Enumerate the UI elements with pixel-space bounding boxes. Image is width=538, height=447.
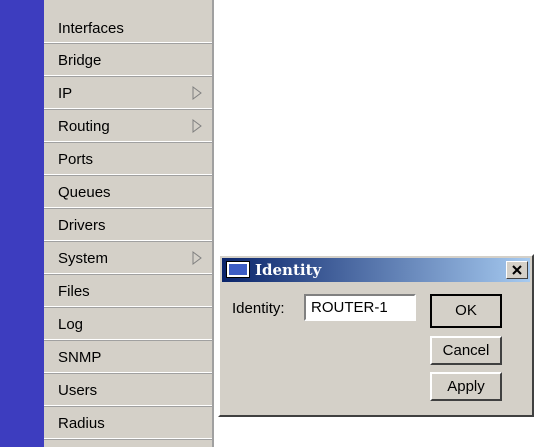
close-button[interactable] [506, 261, 528, 279]
menu-item-label: Queues [58, 184, 111, 201]
apply-button[interactable]: Apply [430, 372, 502, 401]
identity-dialog: Identity Identity: OK Cancel Apply [218, 254, 534, 417]
menu-item-ports[interactable]: Ports [44, 144, 212, 175]
menu-item-label: System [58, 250, 109, 267]
menu-item-routing[interactable]: Routing [44, 111, 212, 142]
menu-item-queues[interactable]: Queues [44, 177, 212, 208]
menu-item-label: Routing [58, 118, 110, 135]
menu-item-label: Files [58, 283, 90, 300]
menu-item-label: Bridge [58, 52, 102, 69]
submenu-arrow-icon [192, 251, 202, 265]
identity-input[interactable] [304, 294, 416, 321]
dialog-title: Identity [255, 261, 322, 279]
menu-item-radius[interactable]: Radius [44, 408, 212, 439]
menu-item-interfaces[interactable]: Interfaces [44, 14, 212, 43]
menu-item-bridge[interactable]: Bridge [44, 45, 212, 76]
menu-item-label: IP [58, 85, 73, 102]
menu-item-label: Users [58, 382, 98, 399]
menu-item-drivers[interactable]: Drivers [44, 210, 212, 241]
main-menu: Interfaces Bridge IP Routing Ports Queue… [44, 0, 214, 447]
menu-item-label: Drivers [58, 217, 106, 234]
menu-item-label: Radius [58, 415, 105, 432]
window-icon [226, 261, 250, 278]
submenu-arrow-icon [192, 86, 202, 100]
submenu-arrow-icon [192, 119, 202, 133]
menu-item-label: SNMP [58, 349, 102, 366]
menu-item-label: Interfaces [58, 20, 124, 37]
menu-item-snmp[interactable]: SNMP [44, 342, 212, 373]
dialog-titlebar[interactable]: Identity [222, 258, 530, 282]
identity-label: Identity: [232, 300, 285, 317]
menu-item-system[interactable]: System [44, 243, 212, 274]
close-icon [512, 265, 522, 275]
sidebar-accent-strip [0, 0, 44, 447]
menu-item-users[interactable]: Users [44, 375, 212, 406]
menu-item-log[interactable]: Log [44, 309, 212, 340]
menu-item-files[interactable]: Files [44, 276, 212, 307]
menu-item-label: Ports [58, 151, 94, 168]
menu-item-ip[interactable]: IP [44, 78, 212, 109]
ok-button[interactable]: OK [430, 294, 502, 328]
menu-item-label: Log [58, 316, 84, 333]
cancel-button[interactable]: Cancel [430, 336, 502, 365]
